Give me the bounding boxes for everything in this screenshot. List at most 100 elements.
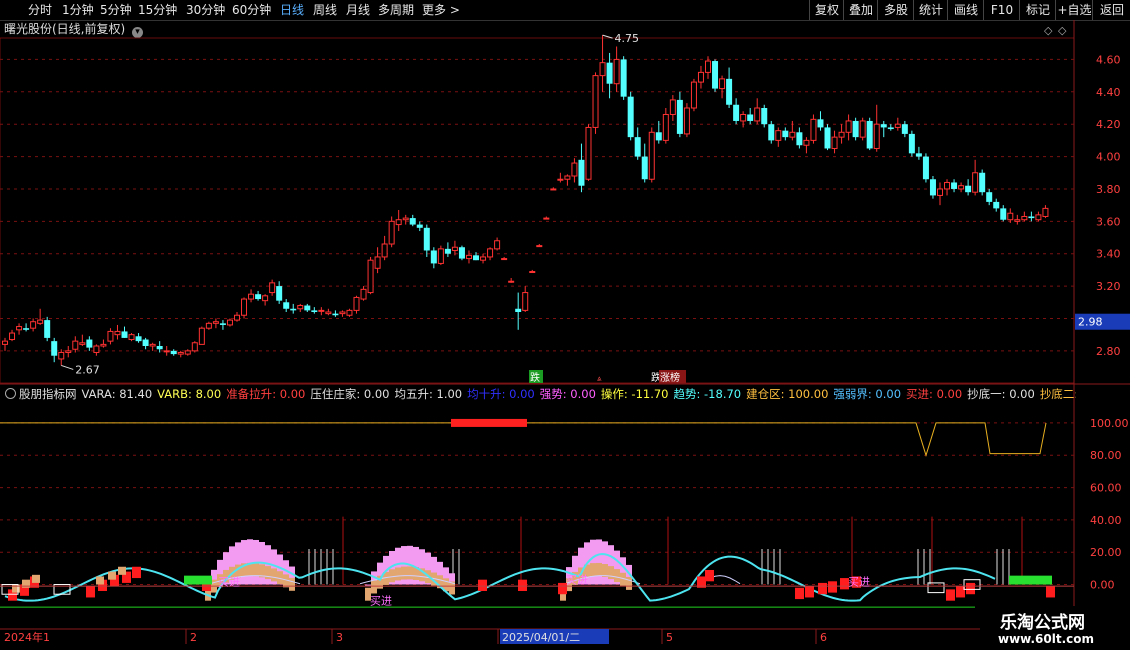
candle-body-up bbox=[494, 240, 501, 250]
indicator-field-value: 0.00 bbox=[875, 387, 902, 401]
operation-block bbox=[828, 581, 837, 593]
candle-body-down bbox=[993, 201, 1000, 209]
candle-body-up bbox=[37, 319, 44, 324]
candle-body-up bbox=[613, 58, 620, 85]
tan-block bbox=[253, 563, 259, 577]
candle-body-down bbox=[979, 172, 986, 193]
operation-block bbox=[478, 579, 487, 591]
toolbar-button[interactable]: 画线 bbox=[947, 0, 984, 20]
candle-body-up bbox=[754, 107, 761, 122]
candle-body-up bbox=[360, 288, 367, 300]
candle-body-up bbox=[697, 71, 704, 83]
operation-block bbox=[518, 579, 527, 591]
candle-body-up bbox=[79, 342, 86, 345]
candle-body-up bbox=[65, 350, 72, 353]
candle-body-down bbox=[747, 114, 754, 121]
watermark-name: 乐淘公式网 bbox=[1000, 613, 1085, 633]
period-tab[interactable]: 1分钟 bbox=[62, 2, 94, 18]
indicator-field-colon: : bbox=[272, 387, 280, 401]
candle-body-up bbox=[1035, 214, 1042, 221]
period-tab[interactable]: 5分钟 bbox=[100, 2, 132, 18]
toolbar-button[interactable]: 标记 bbox=[1019, 0, 1056, 20]
toolbar-button[interactable]: 统计 bbox=[913, 0, 948, 20]
pink-block bbox=[596, 539, 602, 585]
period-tab[interactable]: 多周期 bbox=[378, 2, 414, 18]
toolbar-button[interactable]: 复权 bbox=[809, 0, 844, 20]
candle-body-down bbox=[44, 320, 51, 338]
candle-body-up bbox=[149, 343, 156, 347]
candle-body-down bbox=[409, 218, 416, 225]
candle-body-down bbox=[311, 310, 318, 312]
candle-body-up bbox=[241, 298, 248, 316]
price-tick-label: 3.80 bbox=[1096, 183, 1121, 196]
candle-body-down bbox=[761, 108, 768, 125]
candle-body-down bbox=[929, 179, 936, 196]
operation-block bbox=[795, 587, 804, 600]
candle-body-up bbox=[226, 319, 233, 326]
candle-body-down bbox=[283, 302, 290, 309]
candle-body-up bbox=[508, 280, 515, 283]
candle-body-up bbox=[177, 351, 184, 355]
price-tick-label: 3.60 bbox=[1096, 215, 1121, 228]
period-tab[interactable]: 分时 bbox=[28, 2, 52, 18]
operation-block bbox=[705, 569, 714, 582]
period-tab[interactable]: 日线 bbox=[280, 2, 304, 18]
tan-block bbox=[371, 580, 377, 594]
candle-body-up bbox=[873, 123, 880, 149]
green-bar bbox=[184, 575, 212, 585]
candle-body-up bbox=[402, 217, 409, 221]
buy-label: 买进 bbox=[848, 575, 870, 588]
tan-block bbox=[590, 563, 596, 577]
candle-body-up bbox=[297, 305, 304, 310]
candle-body-down bbox=[255, 294, 262, 300]
diamond-icon: ◇ bbox=[1058, 24, 1067, 37]
candle-body-down bbox=[655, 132, 662, 141]
candle-body-up bbox=[789, 131, 796, 138]
indicator-field: 抄底一: 0.00 bbox=[967, 387, 1035, 401]
toolbar-button[interactable]: 返回 bbox=[1092, 0, 1130, 20]
candle-body-down bbox=[290, 308, 297, 311]
period-tab[interactable]: 30分钟 bbox=[186, 2, 225, 18]
candle-body-up bbox=[451, 246, 458, 251]
period-tab[interactable]: 月线 bbox=[346, 2, 370, 18]
indicator-field-value: 0.00 bbox=[1009, 387, 1035, 401]
period-tab[interactable]: 周线 bbox=[313, 2, 337, 18]
candle-body-down bbox=[733, 104, 740, 121]
period-tab[interactable]: 15分钟 bbox=[138, 2, 177, 18]
operation-block bbox=[86, 586, 95, 598]
period-tab[interactable]: 60分钟 bbox=[232, 2, 271, 18]
toolbar-button[interactable]: 叠加 bbox=[843, 0, 878, 20]
indicator-tick-label: 0.00 bbox=[1090, 579, 1115, 592]
indicator-field-colon: : bbox=[188, 387, 196, 401]
indicator-field-colon: : bbox=[356, 387, 364, 401]
low-marker-line bbox=[61, 364, 74, 370]
candle-body-up bbox=[212, 321, 219, 324]
indicator-field-value: -18.70 bbox=[704, 387, 742, 401]
buy-label: 买进 bbox=[370, 595, 392, 608]
toolbar-button[interactable]: +自选 bbox=[1055, 0, 1093, 20]
price-tick-label: 4.40 bbox=[1096, 86, 1121, 99]
pink-block bbox=[590, 539, 596, 585]
indicator-field-value: 8.00 bbox=[195, 387, 222, 401]
period-tab[interactable]: 更多 > bbox=[422, 2, 460, 18]
toolbar-button[interactable]: F10 bbox=[983, 0, 1020, 20]
operation-block bbox=[818, 582, 827, 595]
indicator-circle-icon[interactable] bbox=[5, 388, 16, 399]
candle-body-up bbox=[16, 326, 23, 331]
candle-body-down bbox=[515, 308, 522, 312]
candle-body-down bbox=[951, 182, 958, 189]
candle-body-up bbox=[100, 343, 107, 347]
toolbar-button[interactable]: 多股 bbox=[877, 0, 914, 20]
candle-body-down bbox=[458, 247, 465, 259]
indicator-field-label: VARA bbox=[81, 387, 112, 401]
candle-body-up bbox=[233, 314, 240, 321]
candle-body-down bbox=[1000, 208, 1007, 220]
indicator-field: 均十升: 0.00 bbox=[467, 387, 535, 401]
x-tick-label: 3 bbox=[336, 631, 343, 644]
tan-block bbox=[407, 566, 413, 580]
candle-body-down bbox=[51, 341, 58, 356]
indicator-field: 买进: 0.00 bbox=[906, 387, 962, 401]
candle-body-down bbox=[908, 133, 915, 154]
candle-body-up bbox=[388, 220, 395, 245]
candle-body-up bbox=[437, 248, 444, 264]
